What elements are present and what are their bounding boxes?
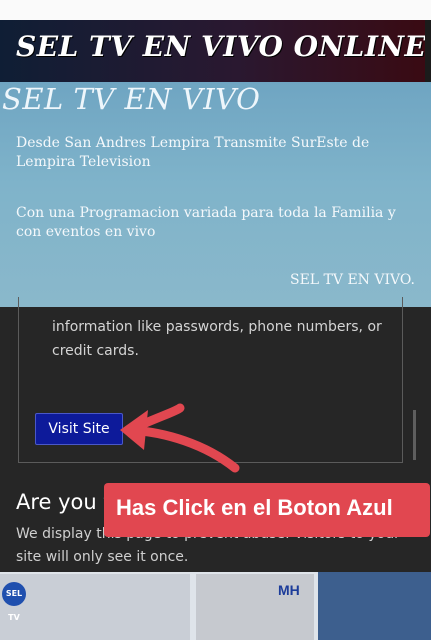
hero-paragraph-1: Desde San Andres Lempira Transmite SurEs… [16, 135, 370, 170]
mh-logo: MH [278, 582, 300, 598]
sel-tv-logo: SEL TV [2, 582, 26, 622]
instruction-text: Has Click en el Boton Azul [116, 495, 393, 520]
thumbnail-left [0, 574, 190, 640]
warning-info-text: information like passwords, phone number… [52, 319, 382, 359]
thumbnail-right [318, 572, 431, 640]
site-title-bar: SEL TV EN VIVO ONLINE [0, 20, 431, 82]
scrollbar[interactable] [413, 410, 416, 460]
status-strip [0, 0, 431, 20]
instruction-banner: Has Click en el Boton Azul [104, 483, 430, 537]
hero-heading: SEL TV EN VIVO [2, 82, 261, 116]
site-title: SEL TV EN VIVO ONLINE [16, 30, 427, 63]
bottom-thumbnails: SEL TV MH [0, 572, 431, 640]
title-bar-edge [425, 20, 431, 82]
hero-section: SEL TV EN VIVO Desde San Andres Lempira … [0, 82, 431, 307]
hero-footer-text: SEL TV EN VIVO. [290, 272, 415, 288]
hero-paragraph-2: Con una Programacion variada para toda l… [16, 205, 396, 240]
arrow-icon [120, 403, 240, 473]
